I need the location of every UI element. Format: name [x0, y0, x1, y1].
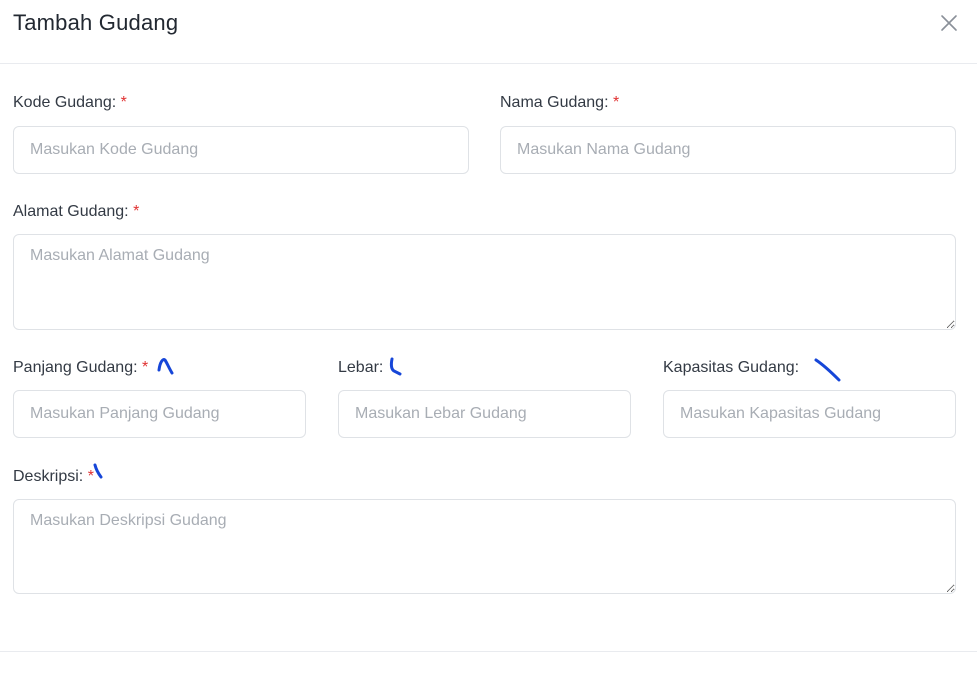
kode-gudang-label-text: Kode Gudang:	[13, 94, 117, 111]
kode-gudang-label: Kode Gudang: *	[13, 94, 127, 112]
nama-gudang-label-text: Nama Gudang:	[500, 94, 609, 111]
annotation-mark	[157, 358, 174, 375]
close-icon	[941, 15, 957, 31]
panjang-gudang-label-text: Panjang Gudang:	[13, 359, 138, 376]
modal-header: Tambah Gudang	[0, 0, 977, 64]
lebar-label: Lebar:	[338, 359, 383, 377]
panjang-gudang-label: Panjang Gudang: *	[13, 359, 148, 377]
deskripsi-label: Deskripsi: *	[13, 468, 94, 486]
required-asterisk: *	[612, 94, 620, 111]
modal-title: Tambah Gudang	[13, 10, 179, 35]
kode-gudang-input[interactable]	[13, 126, 469, 174]
kapasitas-gudang-input[interactable]	[663, 390, 956, 438]
required-asterisk: *	[133, 203, 140, 220]
close-button[interactable]	[938, 12, 960, 34]
annotation-mark	[389, 357, 402, 376]
footer-divider	[0, 651, 977, 652]
required-asterisk: *	[87, 468, 94, 485]
alamat-gudang-label-text: Alamat Gudang:	[13, 203, 129, 220]
nama-gudang-input[interactable]	[500, 126, 956, 174]
nama-gudang-label: Nama Gudang: *	[500, 94, 619, 112]
panjang-gudang-input[interactable]	[13, 390, 306, 438]
lebar-label-text: Lebar:	[338, 359, 384, 376]
alamat-gudang-label: Alamat Gudang: *	[13, 203, 139, 221]
required-asterisk: *	[142, 359, 149, 376]
deskripsi-label-text: Deskripsi:	[13, 468, 84, 485]
deskripsi-textarea[interactable]	[13, 499, 956, 594]
lebar-input[interactable]	[338, 390, 631, 438]
alamat-gudang-textarea[interactable]	[13, 234, 956, 330]
kapasitas-gudang-label: Kapasitas Gudang:	[663, 359, 799, 377]
annotation-mark	[814, 358, 841, 382]
kapasitas-gudang-label-text: Kapasitas Gudang:	[663, 359, 800, 376]
required-asterisk: *	[120, 94, 127, 111]
